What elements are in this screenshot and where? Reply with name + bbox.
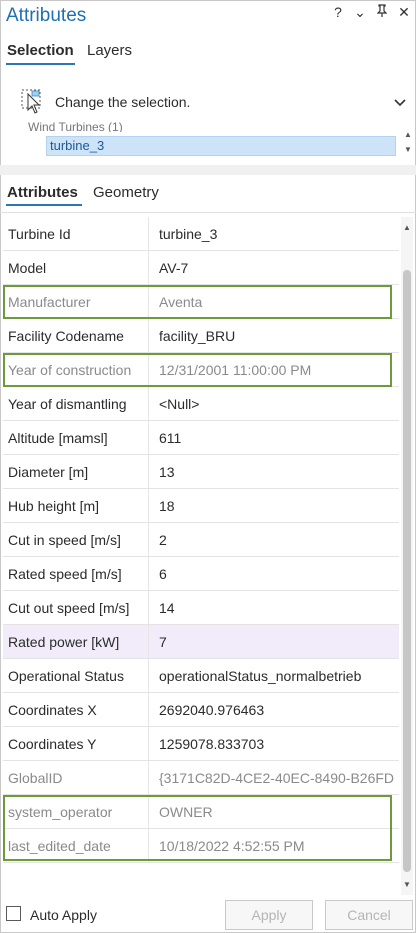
- dropdown-icon[interactable]: ⌄: [354, 4, 366, 21]
- apply-button[interactable]: Apply: [225, 900, 313, 930]
- pin-icon[interactable]: [376, 4, 388, 21]
- attribute-row[interactable]: Coordinates X 2692040.976463: [3, 693, 399, 727]
- attribute-row[interactable]: Rated power [kW] 7: [3, 625, 399, 659]
- attribute-row[interactable]: Year of dismantling <Null>: [3, 387, 399, 421]
- attribute-row[interactable]: Model AV-7: [3, 251, 399, 285]
- scroll-down-icon[interactable]: ▼: [401, 880, 413, 889]
- attribute-field-name: Rated power [kW]: [3, 625, 149, 658]
- attribute-field-value: {3171C82D-4CE2-40EC-8490-B26FD: [159, 769, 395, 786]
- highlight-box-system-fields: [3, 795, 392, 861]
- attribute-field-value[interactable]: 1259078.833703: [149, 727, 399, 760]
- divider: [0, 212, 416, 213]
- attribute-field-name: Model: [3, 251, 149, 284]
- attribute-field-name: Year of dismantling: [3, 387, 149, 420]
- attribute-field-name: Cut in speed [m/s]: [3, 523, 149, 556]
- scroll-up-icon[interactable]: ▲: [403, 130, 413, 139]
- scroll-up-icon[interactable]: ▲: [401, 223, 413, 232]
- highlight-box-year-of-construction: [3, 353, 392, 387]
- tab-geometry[interactable]: Geometry: [93, 184, 159, 201]
- auto-apply-checkbox[interactable]: [6, 906, 21, 921]
- change-selection-label[interactable]: Change the selection.: [55, 94, 190, 110]
- tab-selection-underline: [6, 63, 75, 65]
- attribute-field-value[interactable]: 6: [149, 557, 399, 590]
- tab-selection[interactable]: Selection: [7, 42, 74, 59]
- attribute-row[interactable]: Altitude [mamsl] 611: [3, 421, 399, 455]
- attribute-field-name: Hub height [m]: [3, 489, 149, 522]
- attribute-field-value[interactable]: 2: [149, 523, 399, 556]
- highlight-box-manufacturer: [3, 285, 392, 319]
- attribute-field-value[interactable]: 2692040.976463: [149, 693, 399, 726]
- attribute-field-value[interactable]: operationalStatus_normalbetrieb: [149, 659, 399, 692]
- pane-title: Attributes: [6, 5, 87, 26]
- attribute-row[interactable]: Cut in speed [m/s] 2: [3, 523, 399, 557]
- attribute-field-name: Coordinates X: [3, 693, 149, 726]
- attribute-field-name: Cut out speed [m/s]: [3, 591, 149, 624]
- attribute-field-value[interactable]: AV-7: [149, 251, 399, 284]
- attribute-field-value[interactable]: facility_BRU: [149, 319, 399, 352]
- attribute-field-name: Rated speed [m/s]: [3, 557, 149, 590]
- attribute-row[interactable]: Cut out speed [m/s] 14: [3, 591, 399, 625]
- attribute-row[interactable]: Coordinates Y 1259078.833703: [3, 727, 399, 761]
- attribute-field-name: Altitude [mamsl]: [3, 421, 149, 454]
- attribute-row[interactable]: Facility Codename facility_BRU: [3, 319, 399, 353]
- auto-apply-label[interactable]: Auto Apply: [30, 907, 97, 923]
- attribute-row[interactable]: Diameter [m] 13: [3, 455, 399, 489]
- tree-scrollbar[interactable]: ▲ ▼: [403, 130, 413, 156]
- scroll-down-icon[interactable]: ▼: [403, 145, 413, 154]
- cancel-button[interactable]: Cancel: [325, 900, 413, 930]
- attribute-field-value[interactable]: 611: [149, 421, 399, 454]
- attribute-field-name: Operational Status: [3, 659, 149, 692]
- selection-tool-icon[interactable]: [16, 86, 46, 116]
- attribute-field-value[interactable]: 14: [149, 591, 399, 624]
- attribute-field-value[interactable]: <Null>: [149, 387, 399, 420]
- attribute-field-name: Facility Codename: [3, 319, 149, 352]
- tab-layers[interactable]: Layers: [87, 42, 132, 59]
- scrollbar-thumb[interactable]: [403, 270, 411, 872]
- chevron-down-icon[interactable]: [394, 94, 406, 110]
- tab-attributes-underline: [6, 204, 82, 206]
- attribute-field-name: Coordinates Y: [3, 727, 149, 760]
- attribute-row[interactable]: Operational Status operationalStatus_norm…: [3, 659, 399, 693]
- title-bar-icons: ? ⌄ ✕: [332, 4, 410, 21]
- attribute-row[interactable]: GlobalID {3171C82D-4CE2-40EC-8490-B26FD: [3, 761, 399, 795]
- attribute-field-value[interactable]: 13: [149, 455, 399, 488]
- tree-feature-node[interactable]: turbine_3: [46, 136, 396, 156]
- attribute-field-name: GlobalID: [3, 761, 149, 794]
- attribute-field-name: Turbine Id: [3, 217, 149, 250]
- attribute-field-value[interactable]: turbine_3: [149, 217, 399, 250]
- attribute-scrollbar[interactable]: ▲ ▼: [401, 217, 413, 895]
- splitter[interactable]: [0, 165, 416, 175]
- close-icon[interactable]: ✕: [398, 4, 410, 21]
- attribute-row[interactable]: Rated speed [m/s] 6: [3, 557, 399, 591]
- attribute-row[interactable]: Hub height [m] 18: [3, 489, 399, 523]
- attribute-field-value[interactable]: 18: [149, 489, 399, 522]
- attribute-field-name: Diameter [m]: [3, 455, 149, 488]
- attribute-row[interactable]: Turbine Id turbine_3: [3, 217, 399, 251]
- attribute-field-value[interactable]: 7: [149, 625, 399, 658]
- tab-attributes[interactable]: Attributes: [7, 184, 78, 201]
- help-icon[interactable]: ?: [332, 4, 344, 21]
- tree-layer-node[interactable]: Wind Turbines (1): [28, 122, 123, 132]
